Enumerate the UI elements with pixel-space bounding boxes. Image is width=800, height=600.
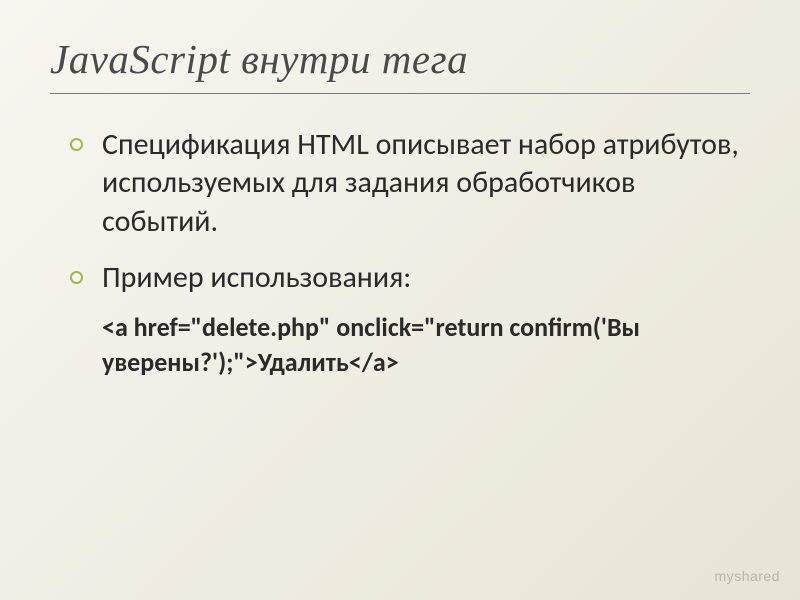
bullet-icon bbox=[70, 138, 83, 151]
bullet-item-1: Спецификация HTML описывает набор атрибу… bbox=[70, 126, 750, 241]
watermark: myshared bbox=[715, 568, 780, 584]
slide-title: JavaScript внутри тега bbox=[50, 35, 750, 94]
bullet-text-2: Пример использования: bbox=[102, 259, 411, 296]
watermark-part2: shared bbox=[734, 568, 780, 584]
bullet-text-1: Спецификация HTML описывает набор атрибу… bbox=[102, 126, 739, 240]
bullet-icon bbox=[70, 271, 83, 284]
watermark-part1: my bbox=[715, 568, 735, 584]
bullet-item-2: Пример использования: bbox=[70, 259, 750, 297]
code-example: <a href="delete.php" onclick="return con… bbox=[70, 310, 750, 380]
slide-content: Спецификация HTML описывает набор атрибу… bbox=[50, 126, 750, 380]
slide-container: JavaScript внутри тега Спецификация HTML… bbox=[0, 0, 800, 600]
